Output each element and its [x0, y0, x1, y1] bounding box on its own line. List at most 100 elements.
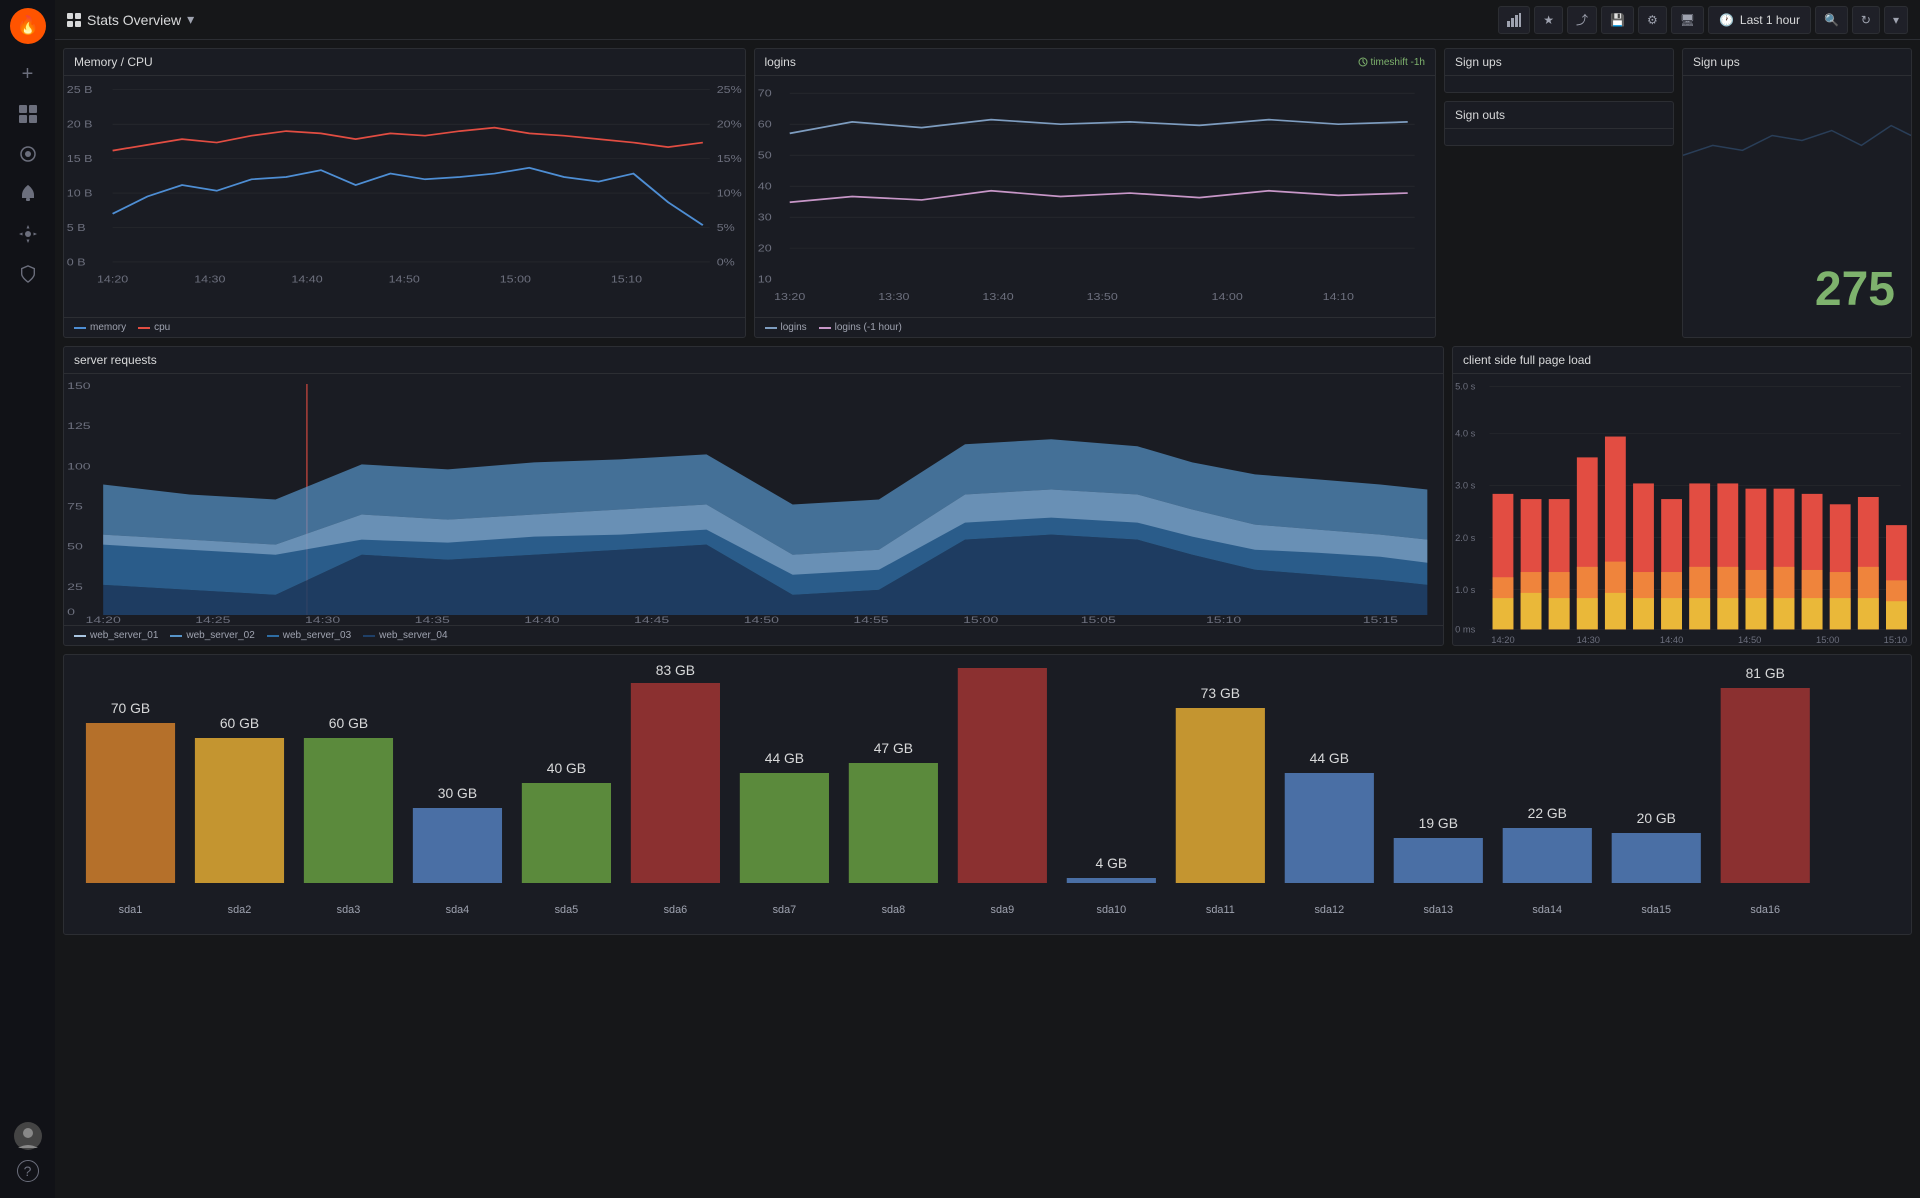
signouts-panel: Sign outs 279: [1444, 101, 1674, 146]
share-button[interactable]: ⤴: [1567, 6, 1597, 34]
svg-text:20: 20: [757, 243, 771, 254]
signups-panel: Sign ups 275: [1682, 48, 1912, 338]
sidebar-item-dashboard[interactable]: [10, 96, 46, 132]
bar-yellow-1: [1493, 598, 1514, 629]
disk-usage-chart: 70 GB sda1 60 GB sda2 60 GB sda3 30 GB s…: [76, 663, 1899, 923]
legend-logins-1h-label: logins (-1 hour): [835, 322, 902, 333]
disk-usage-panel: 70 GB sda1 60 GB sda2 60 GB sda3 30 GB s…: [63, 654, 1912, 935]
svg-text:14:40: 14:40: [1660, 635, 1683, 645]
svg-text:14:40: 14:40: [291, 274, 322, 285]
svg-text:50: 50: [757, 151, 771, 162]
svg-text:15:00: 15:00: [963, 615, 999, 625]
svg-text:14:55: 14:55: [853, 615, 889, 625]
svg-text:15:10: 15:10: [1884, 635, 1907, 645]
signouts-title: Sign outs: [1455, 108, 1505, 122]
logins-header: logins timeshift -1h: [755, 49, 1436, 76]
svg-text:150: 150: [67, 381, 91, 392]
svg-text:sda7: sda7: [773, 904, 797, 916]
legend-ws03-color: [267, 635, 279, 637]
timeshift-label: timeshift -1h: [1371, 57, 1425, 68]
time-range-picker[interactable]: 🕐 Last 1 hour: [1708, 6, 1811, 34]
signups-body: 275: [1445, 76, 1673, 92]
svg-text:3.0 s: 3.0 s: [1455, 481, 1476, 491]
svg-text:15:10: 15:10: [1206, 615, 1242, 625]
sidebar-item-alerts[interactable]: [10, 176, 46, 212]
more-button[interactable]: ▾: [1884, 6, 1908, 34]
chart-type-button[interactable]: [1498, 6, 1530, 34]
svg-text:15%: 15%: [717, 154, 742, 165]
svg-text:sda12: sda12: [1314, 904, 1344, 916]
signups-header: Sign ups: [1445, 49, 1673, 76]
dashboard: Memory / CPU 25 B 20 B 15 B 10 B 5 B 0 B…: [55, 40, 1920, 1198]
star-button[interactable]: ★: [1534, 6, 1563, 34]
server-requests-panel: server requests 150 125 100 75 50 25 0: [63, 346, 1444, 646]
legend-cpu-color: [138, 327, 150, 329]
svg-text:81 GB: 81 GB: [1746, 665, 1785, 681]
signouts-body: 279: [1445, 129, 1673, 145]
sidebar-item-shield[interactable]: [10, 256, 46, 292]
svg-text:15:15: 15:15: [1363, 615, 1399, 625]
svg-text:sda3: sda3: [337, 904, 361, 916]
legend-ws01-label: web_server_01: [90, 630, 158, 641]
signups-sparkline: [1445, 76, 1673, 92]
svg-text:94 GB: 94 GB: [983, 663, 1022, 664]
bar-yellow-8: [1689, 598, 1710, 629]
row-1: Memory / CPU 25 B 20 B 15 B 10 B 5 B 0 B…: [63, 48, 1912, 338]
svg-text:14:50: 14:50: [389, 274, 420, 285]
svg-text:sda6: sda6: [664, 904, 688, 916]
svg-text:0: 0: [67, 607, 75, 618]
legend-logins-label: logins: [781, 322, 807, 333]
svg-text:50: 50: [67, 541, 83, 552]
svg-text:15:00: 15:00: [1816, 635, 1839, 645]
svg-text:22 GB: 22 GB: [1528, 805, 1567, 821]
signouts-sparkline: [1445, 129, 1673, 145]
search-button[interactable]: 🔍: [1815, 6, 1848, 34]
memory-cpu-chart: 25 B 20 B 15 B 10 B 5 B 0 B 25% 20% 15% …: [64, 76, 745, 317]
memory-cpu-panel: Memory / CPU 25 B 20 B 15 B 10 B 5 B 0 B…: [63, 48, 746, 338]
svg-text:70: 70: [757, 89, 771, 100]
svg-text:10: 10: [757, 274, 771, 285]
svg-text:0%: 0%: [717, 257, 735, 268]
svg-text:5%: 5%: [717, 223, 735, 234]
svg-text:60: 60: [757, 120, 771, 131]
signups-title: Sign ups: [1455, 55, 1502, 69]
row-2: server requests 150 125 100 75 50 25 0: [63, 346, 1912, 646]
monitor-button[interactable]: 🖥: [1671, 6, 1704, 34]
svg-text:sda15: sda15: [1641, 904, 1671, 916]
legend-ws04-color: [363, 635, 375, 637]
sidebar: 🔥 + ?: [0, 0, 55, 1198]
save-button[interactable]: 💾: [1601, 6, 1634, 34]
svg-text:40: 40: [757, 182, 771, 193]
topbar: Stats Overview ▾ ★ ⤴ 💾 ⚙ 🖥 🕐 Last 1 hour…: [55, 0, 1920, 40]
topbar-actions: ★ ⤴ 💾 ⚙ 🖥 🕐 Last 1 hour 🔍 ↻ ▾: [1498, 6, 1908, 34]
server-requests-chart: 150 125 100 75 50 25 0: [64, 374, 1443, 625]
svg-text:44 GB: 44 GB: [765, 750, 804, 766]
user-avatar[interactable]: [10, 1118, 46, 1154]
sidebar-item-explore[interactable]: [10, 136, 46, 172]
memory-cpu-legend: memory cpu: [64, 317, 745, 337]
memory-cpu-title[interactable]: Memory / CPU: [74, 55, 153, 69]
svg-text:sda14: sda14: [1532, 904, 1562, 916]
svg-text:30: 30: [757, 212, 771, 223]
title-dropdown-arrow[interactable]: ▾: [187, 11, 194, 28]
sidebar-item-add[interactable]: +: [10, 56, 46, 92]
legend-logins-1h-color: [819, 327, 831, 329]
legend-ws02: web_server_02: [170, 630, 254, 641]
app-logo[interactable]: 🔥: [10, 8, 46, 44]
svg-text:20%: 20%: [717, 120, 742, 131]
svg-text:15:00: 15:00: [500, 274, 531, 285]
svg-text:75: 75: [67, 501, 83, 512]
svg-text:sda10: sda10: [1097, 904, 1127, 916]
bar-yellow-4: [1577, 598, 1598, 629]
svg-text:15:05: 15:05: [1081, 615, 1117, 625]
svg-text:14:30: 14:30: [194, 274, 225, 285]
signups-panel: Sign ups 275: [1444, 48, 1674, 93]
sidebar-item-config[interactable]: [10, 216, 46, 252]
svg-text:10 B: 10 B: [67, 188, 93, 199]
svg-text:14:50: 14:50: [744, 615, 780, 625]
refresh-button[interactable]: ↻: [1852, 6, 1880, 34]
help-icon[interactable]: ?: [17, 1160, 39, 1182]
bar-yellow-6: [1633, 598, 1654, 629]
logins-chart: 70 60 50 40 30 20 10: [755, 76, 1436, 317]
settings-button[interactable]: ⚙: [1638, 6, 1667, 34]
